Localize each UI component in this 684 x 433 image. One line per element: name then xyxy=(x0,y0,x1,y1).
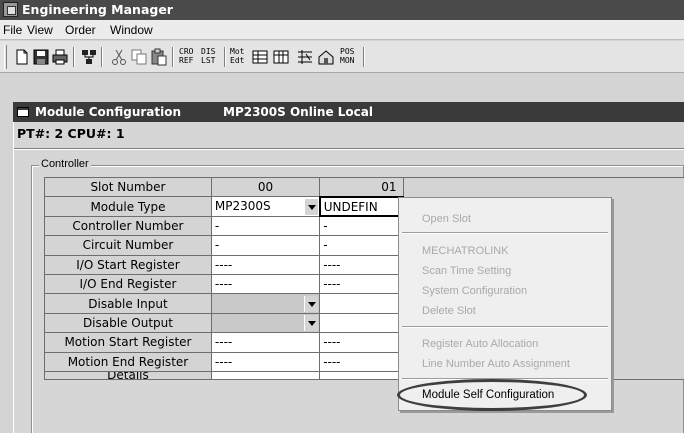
row-header: Module Type xyxy=(44,196,212,217)
module-type-value: MP2300S xyxy=(214,198,271,213)
slot-00-header[interactable]: 00 xyxy=(210,176,321,198)
table-cell[interactable]: ---- xyxy=(210,273,321,295)
menu-view[interactable]: View xyxy=(27,23,53,37)
table-cell[interactable]: - xyxy=(319,215,404,237)
cro-ref-button[interactable]: CRO REF xyxy=(179,47,193,65)
toolbar-separator xyxy=(73,47,75,67)
table-cell[interactable] xyxy=(319,370,404,380)
toolbar: CRO REF DIS LST Mot Edt POS MON xyxy=(0,41,684,73)
menu-bar: File View Order Window xyxy=(0,20,684,40)
disable-input-select-00[interactable] xyxy=(210,293,321,314)
chevron-down-icon[interactable] xyxy=(304,314,319,331)
toolbar-separator xyxy=(224,47,226,67)
table-cell[interactable]: ---- xyxy=(319,351,404,372)
module-icon[interactable] xyxy=(317,48,335,66)
table-cell[interactable]: ---- xyxy=(319,273,404,295)
menu-item-scan-time-setting[interactable]: Scan Time Setting xyxy=(422,265,511,277)
table-cell[interactable]: ---- xyxy=(210,254,321,275)
menu-window[interactable]: Window xyxy=(110,23,153,37)
table-hash-icon[interactable] xyxy=(272,48,290,66)
table-cell[interactable]: ---- xyxy=(319,332,404,353)
row-header: Slot Number xyxy=(44,176,212,198)
row-header: Disable Input xyxy=(44,293,212,314)
menu-item-delete-slot[interactable]: Delete Slot xyxy=(422,305,476,317)
dis-lst-label: DIS LST xyxy=(201,47,216,65)
row-header: Motion End Register xyxy=(44,351,212,372)
pos-mon-button[interactable]: POS MON xyxy=(340,47,354,65)
toolbar-separator xyxy=(363,47,365,67)
window-title: Module Configuration xyxy=(35,105,182,119)
row-header: Circuit Number xyxy=(44,235,212,256)
row-header: Details xyxy=(44,370,212,380)
table-cell[interactable] xyxy=(319,312,404,334)
slot-01-header[interactable]: 01 xyxy=(319,176,404,198)
menu-file[interactable]: File xyxy=(3,23,22,37)
mot-edt-button[interactable]: Mot Edt xyxy=(230,47,244,65)
toolbar-separator xyxy=(172,47,174,67)
menu-separator xyxy=(402,232,608,234)
chevron-down-icon[interactable] xyxy=(304,295,319,312)
table-cell[interactable] xyxy=(210,370,321,380)
pos-mon-label: POS MON xyxy=(340,47,355,65)
print-icon[interactable] xyxy=(51,48,69,66)
menu-item-register-auto-allocation[interactable]: Register Auto Allocation xyxy=(422,338,538,350)
table-cell[interactable]: ---- xyxy=(210,351,321,372)
pt-cpu-label: PT#: 2 CPU#: 1 xyxy=(17,126,125,141)
row-header: I/O Start Register xyxy=(44,254,212,275)
divider xyxy=(14,148,684,150)
controller-group-label: Controller xyxy=(39,158,91,170)
menu-order[interactable]: Order xyxy=(65,23,96,37)
dis-lst-button[interactable]: DIS LST xyxy=(201,47,215,65)
table-edit-icon[interactable] xyxy=(251,48,269,66)
table-cell[interactable]: - xyxy=(210,215,321,237)
copy-icon[interactable] xyxy=(130,48,148,66)
table-cell[interactable]: - xyxy=(319,235,404,256)
table-cell[interactable]: - xyxy=(210,235,321,256)
row-header: I/O End Register xyxy=(44,273,212,295)
cut-icon[interactable] xyxy=(110,48,128,66)
table-cell[interactable]: ---- xyxy=(319,254,404,275)
module-type-select-01[interactable]: UNDEFIN xyxy=(318,195,405,218)
table-cell[interactable] xyxy=(319,293,404,314)
module-configuration-titlebar: Module Configuration MP2300S Online Loca… xyxy=(13,102,684,122)
module-type-value: UNDEFIN xyxy=(323,199,378,214)
connection-status: MP2300S Online Local xyxy=(223,105,373,119)
io-monitor-icon[interactable] xyxy=(296,48,314,66)
cro-ref-label: CRO REF xyxy=(179,47,194,65)
menu-separator xyxy=(402,326,608,328)
row-header: Disable Output xyxy=(44,312,212,334)
disable-output-select-00[interactable] xyxy=(210,312,321,334)
new-icon[interactable] xyxy=(13,48,31,66)
row-header: Motion Start Register xyxy=(44,332,212,353)
toolbar-separator xyxy=(101,47,103,67)
paste-icon[interactable] xyxy=(150,48,168,66)
window-menu-icon[interactable] xyxy=(17,107,29,117)
mot-edt-label: Mot Edt xyxy=(230,47,245,65)
highlight-oval xyxy=(397,379,587,411)
menu-item-system-configuration[interactable]: System Configuration xyxy=(422,285,527,297)
menu-item-open-slot[interactable]: Open Slot xyxy=(422,213,471,225)
menu-item-line-number-auto-assignment[interactable]: Line Number Auto Assignment xyxy=(422,358,570,370)
network-icon[interactable] xyxy=(80,48,98,66)
app-icon[interactable] xyxy=(3,2,18,17)
toolbar-grip[interactable] xyxy=(4,45,7,69)
chevron-down-icon[interactable] xyxy=(303,198,318,215)
app-title: Engineering Manager xyxy=(22,2,173,17)
table-cell[interactable]: ---- xyxy=(210,332,321,353)
table-row: Slot Number 00 01 xyxy=(44,176,684,380)
app-title-bar: Engineering Manager xyxy=(0,0,684,20)
menu-item-mechatrolink[interactable]: MECHATROLINK xyxy=(422,245,509,257)
save-icon[interactable] xyxy=(32,48,50,66)
row-header: Controller Number xyxy=(44,215,212,237)
module-type-select-00[interactable]: MP2300S xyxy=(210,196,321,217)
